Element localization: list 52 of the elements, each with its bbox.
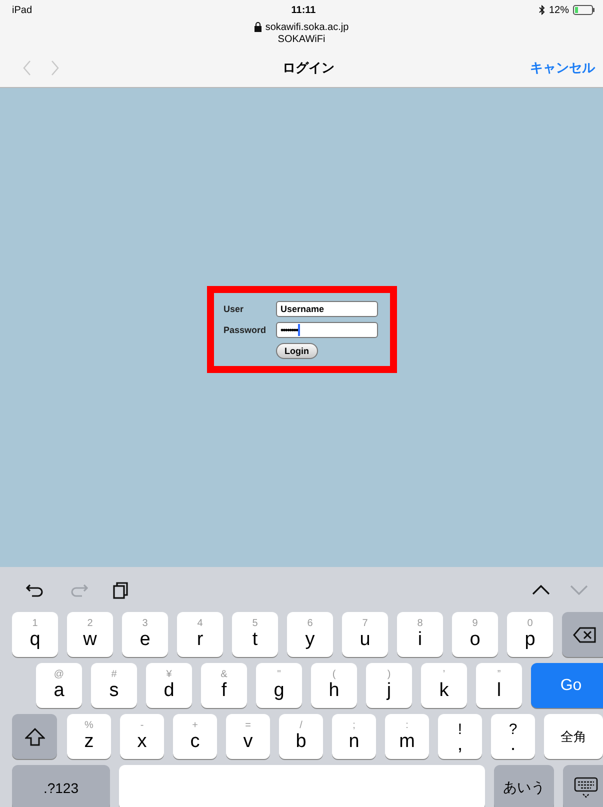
backspace-icon [573, 626, 597, 642]
keyboard-key[interactable]: : m [385, 714, 429, 759]
page-url: sokawifi.soka.ac.jp [265, 22, 349, 32]
keyboard-key[interactable]: 全角 [544, 714, 603, 759]
keyboard-key[interactable]: 3 e [122, 612, 168, 657]
paste-icon[interactable] [110, 580, 130, 600]
shift-key[interactable] [12, 714, 57, 759]
keyboard-key[interactable]: 7 u [342, 612, 388, 657]
keyboard-icon [574, 776, 598, 798]
keyboard-key[interactable]: ? . [491, 714, 535, 759]
keyboard-key[interactable]: # s [91, 663, 137, 708]
device-name: iPad [12, 4, 32, 16]
mode-key[interactable]: あいう [494, 765, 554, 807]
keyboard-key[interactable]: ! , [438, 714, 482, 759]
keyboard-key[interactable]: ” l [476, 663, 522, 708]
keyboard-key[interactable]: @ a [36, 663, 82, 708]
keyboard-key[interactable]: 4 r [177, 612, 223, 657]
keyboard-key[interactable]: 0 p [507, 612, 553, 657]
field-label: Password [224, 325, 268, 335]
mode-key[interactable]: .?123 [12, 765, 110, 807]
cancel-button[interactable]: キャンセル [530, 58, 595, 76]
battery-icon [573, 5, 596, 15]
username-field[interactable]: Username [276, 301, 378, 317]
clock-time: 11:11 [291, 4, 316, 16]
keyboard-key[interactable]: ( h [311, 663, 357, 708]
backspace-key[interactable] [562, 612, 603, 657]
keyboard-key[interactable]: ; n [332, 714, 376, 759]
keyboard-key[interactable]: ) j [366, 663, 412, 708]
keyboard-key[interactable]: / b [279, 714, 323, 759]
keyboard-key[interactable]: " g [256, 663, 302, 708]
keyboard-key[interactable]: 1 q [12, 612, 58, 657]
keyboard-key[interactable]: + c [173, 714, 217, 759]
site-title: SOKAWiFi [278, 34, 326, 47]
shift-icon [24, 728, 44, 746]
keyboard-key[interactable]: % z [67, 714, 111, 759]
keyboard-key[interactable]: 8 i [397, 612, 443, 657]
hide-keyboard-key[interactable] [563, 765, 603, 807]
keyboard-key[interactable]: & f [201, 663, 247, 708]
battery-percent: 12% [549, 4, 570, 16]
keyboard-key[interactable]: 5 t [232, 612, 278, 657]
keyboard-key[interactable]: = v [226, 714, 270, 759]
keyboard-key[interactable]: ¥ d [146, 663, 192, 708]
page-title: ログイン [282, 58, 334, 76]
login-button[interactable]: Login [276, 343, 318, 359]
keyboard-key[interactable]: ’ k [421, 663, 467, 708]
keyboard-key[interactable]: 9 o [452, 612, 498, 657]
keyboard-key[interactable]: 6 y [287, 612, 333, 657]
go-key[interactable]: Go [531, 663, 603, 708]
password-field[interactable]: •••••••• [276, 322, 378, 338]
keyboard-key[interactable]: - x [120, 714, 164, 759]
keyboard-key[interactable]: 2 w [67, 612, 113, 657]
field-label: User [224, 304, 245, 314]
